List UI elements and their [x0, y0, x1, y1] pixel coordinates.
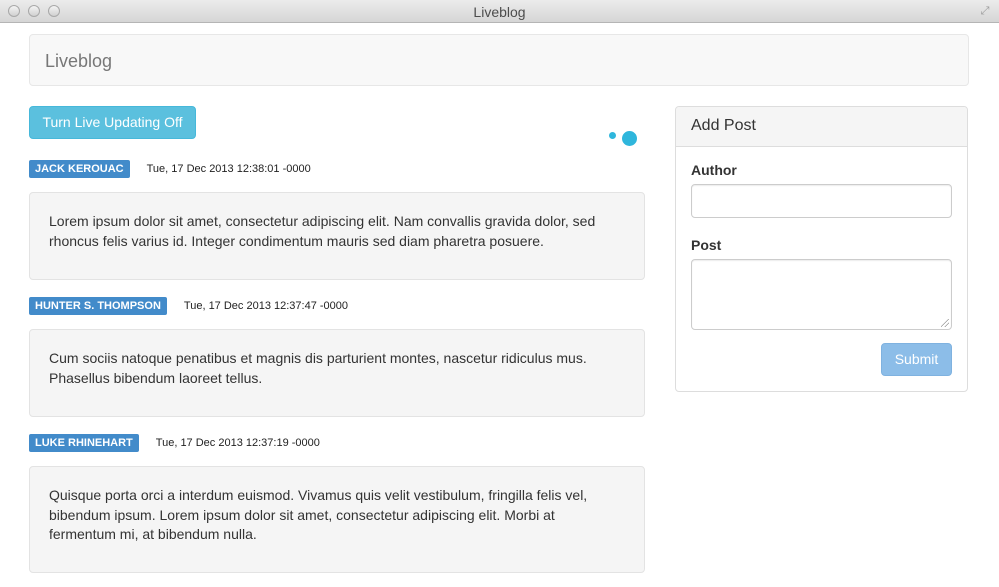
- add-post-heading: Add Post: [676, 107, 967, 147]
- post-textarea[interactable]: [691, 259, 952, 330]
- loading-dot-small: [609, 132, 616, 139]
- loading-dot-large: [622, 131, 637, 146]
- submit-button[interactable]: Submit: [881, 343, 952, 376]
- loading-dots-icon: [609, 130, 639, 150]
- navbar: Liveblog: [29, 34, 969, 86]
- post-body: Cum sociis natoque penatibus et magnis d…: [29, 329, 645, 417]
- post-header: JACK KEROUAC Tue, 17 Dec 2013 12:38:01 -0…: [29, 160, 645, 180]
- add-post-panel: Add Post Author Post Submit: [675, 106, 968, 392]
- post-timestamp: Tue, 17 Dec 2013 12:38:01 -0000: [146, 163, 311, 175]
- textarea-resize-grip-icon[interactable]: [941, 319, 949, 327]
- window-titlebar: Liveblog ⤢: [0, 0, 999, 23]
- post-header: HUNTER S. THOMPSON Tue, 17 Dec 2013 12:37…: [29, 297, 645, 317]
- window-title: Liveblog: [473, 4, 526, 20]
- navbar-brand[interactable]: Liveblog: [45, 51, 112, 72]
- author-label: HUNTER S. THOMPSON: [29, 297, 167, 315]
- author-field[interactable]: [691, 184, 952, 218]
- post-item: HUNTER S. THOMPSON Tue, 17 Dec 2013 12:37…: [29, 297, 645, 417]
- post-body: Lorem ipsum dolor sit amet, consectetur …: [29, 192, 645, 280]
- post-header: LUKE RHINEHART Tue, 17 Dec 2013 12:37:19 …: [29, 434, 645, 454]
- author-field-label: Author: [691, 162, 737, 178]
- author-label: JACK KEROUAC: [29, 160, 130, 178]
- post-timestamp: Tue, 17 Dec 2013 12:37:47 -0000: [183, 300, 349, 312]
- add-post-form: Author Post Submit: [676, 147, 967, 376]
- post-field-label: Post: [691, 237, 722, 253]
- toggle-live-updating-button[interactable]: Turn Live Updating Off: [29, 106, 196, 139]
- post-body: Quisque porta orci a interdum euismod. V…: [29, 466, 645, 573]
- post-item: JACK KEROUAC Tue, 17 Dec 2013 12:38:01 -0…: [29, 160, 645, 280]
- post-item: LUKE RHINEHART Tue, 17 Dec 2013 12:37:19 …: [29, 434, 645, 573]
- post-timestamp: Tue, 17 Dec 2013 12:37:19 -0000: [155, 437, 320, 449]
- author-label: LUKE RHINEHART: [29, 434, 139, 452]
- fullscreen-icon[interactable]: ⤢: [978, 4, 992, 18]
